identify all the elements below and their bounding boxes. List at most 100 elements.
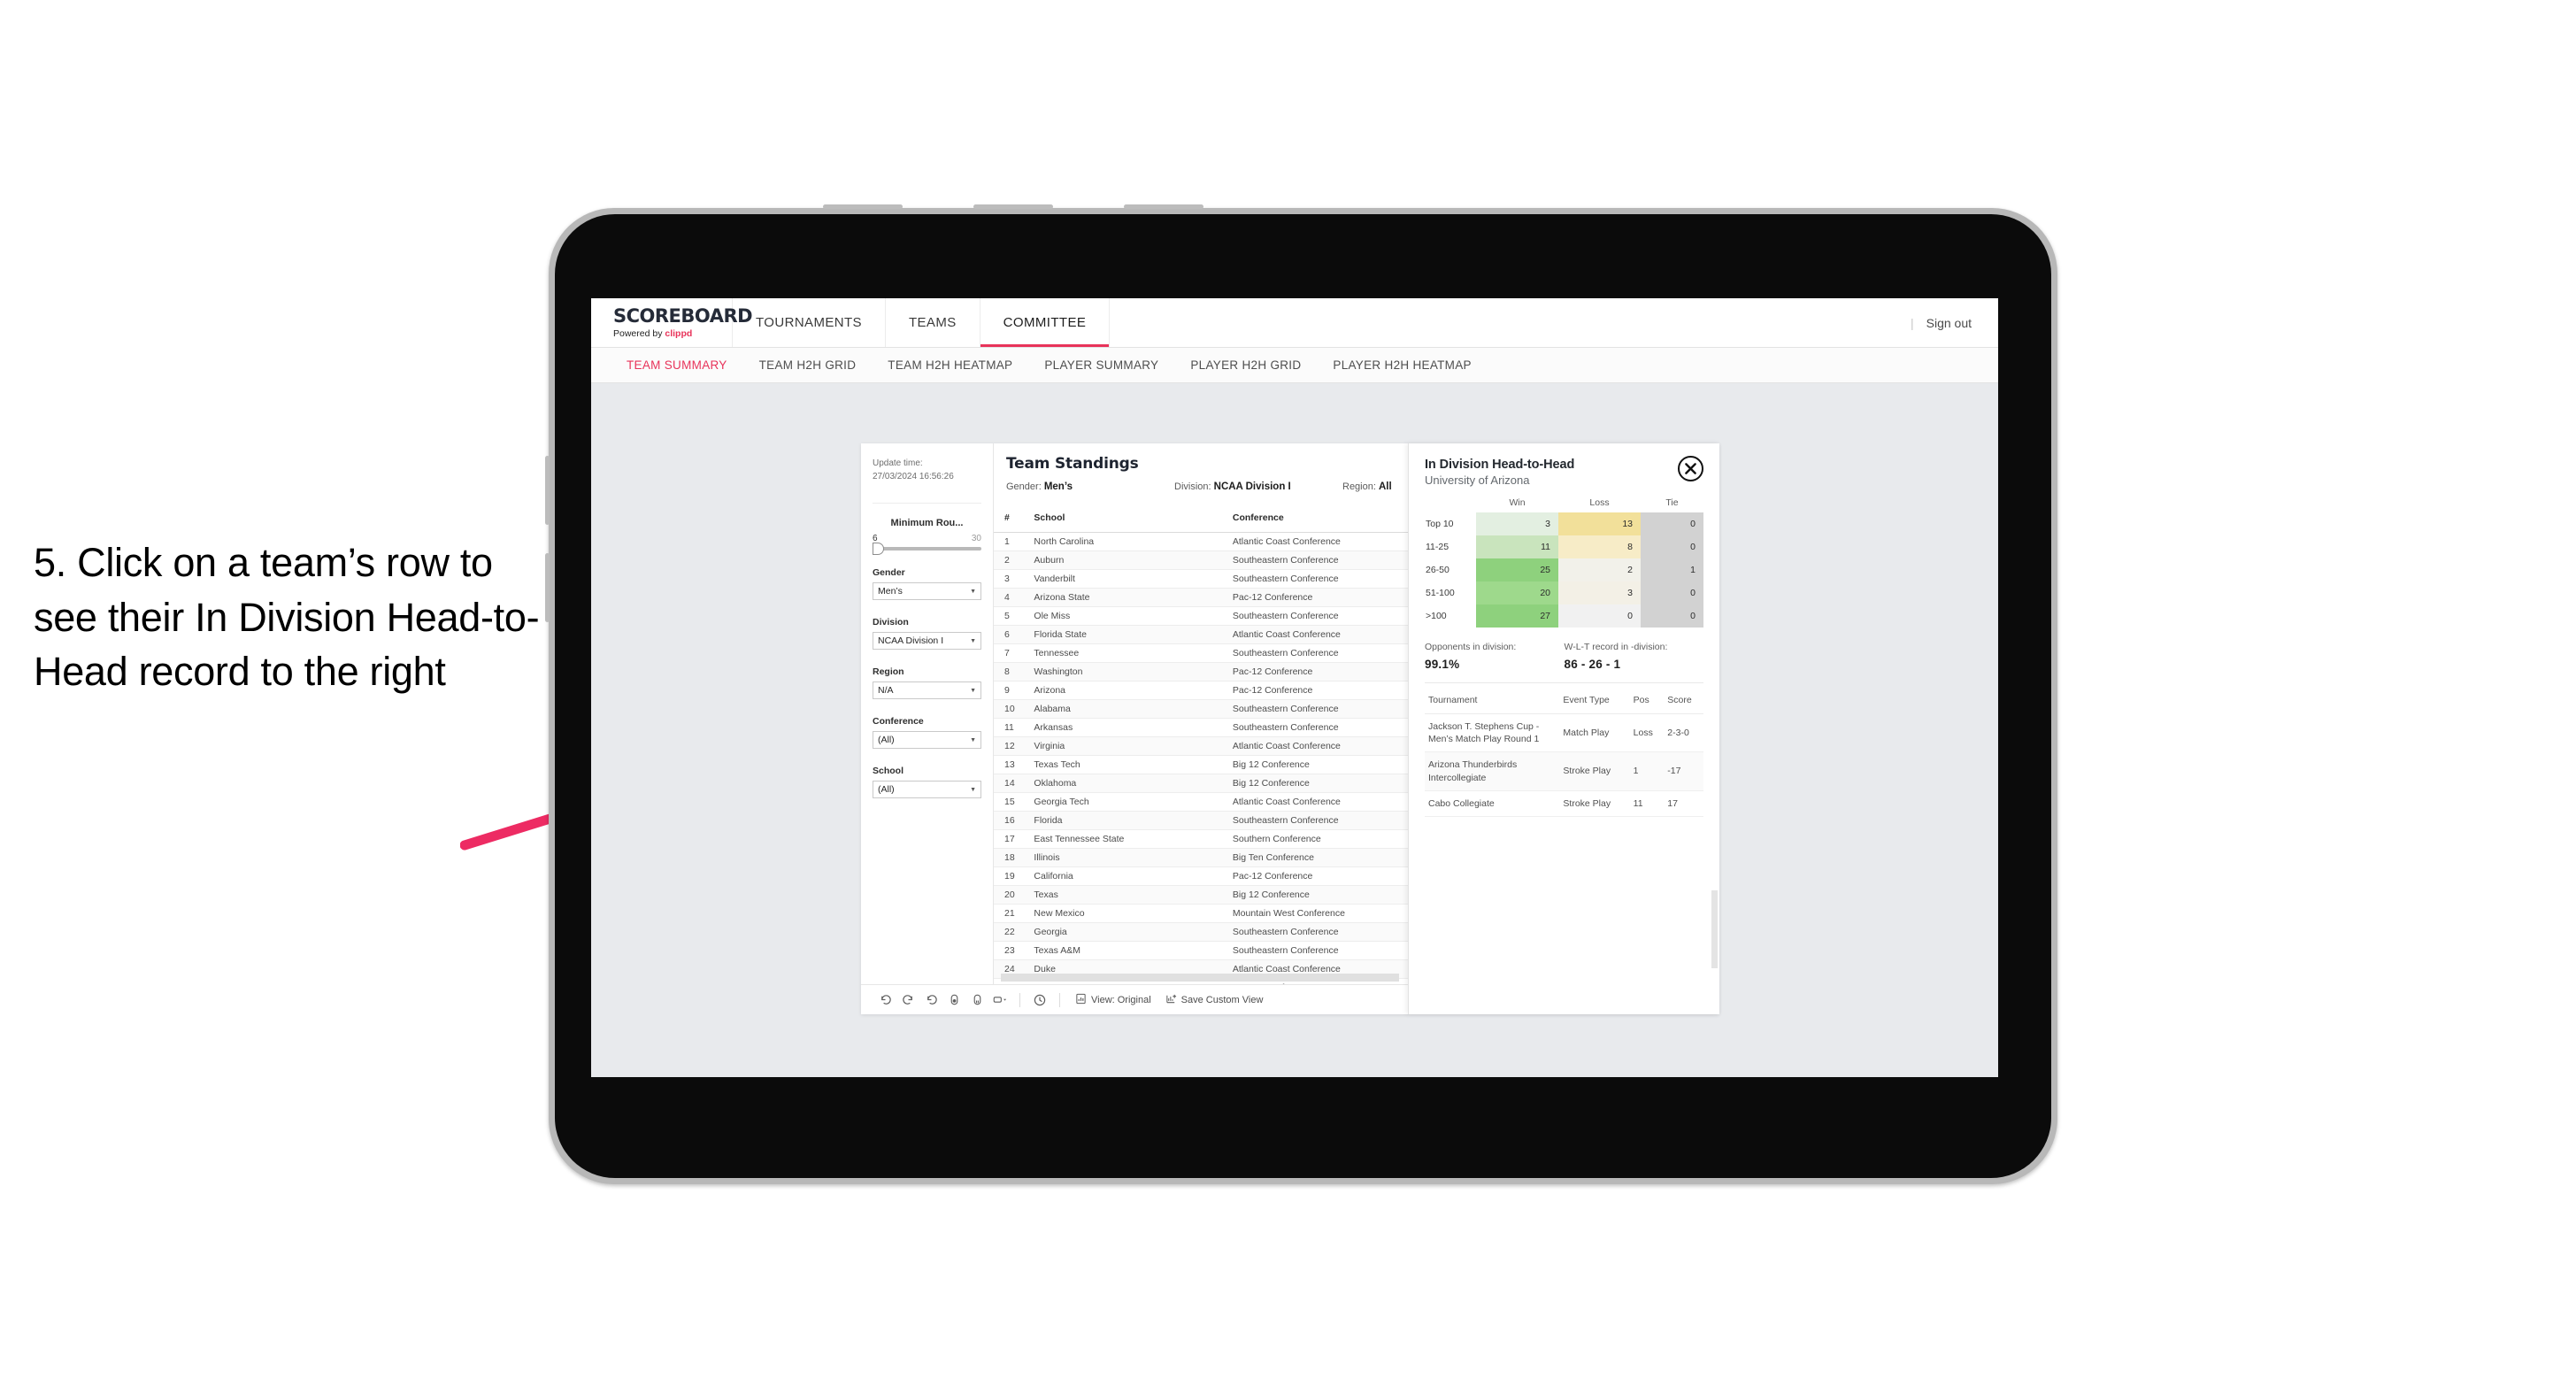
cell-school: Oklahoma xyxy=(1030,774,1229,793)
h2h-row-label: 11-25 xyxy=(1425,535,1476,558)
tab-team-h2h-grid[interactable]: TEAM H2H GRID xyxy=(743,358,873,372)
undo-icon[interactable] xyxy=(873,990,896,1010)
division-select[interactable]: NCAA Division I ▼ xyxy=(873,632,981,650)
col-pos: Pos xyxy=(1629,687,1665,714)
tournament-event-type: Stroke Play xyxy=(1559,790,1630,817)
tab-team-summary[interactable]: TEAM SUMMARY xyxy=(611,358,743,372)
visualization-body: Update time: 27/03/2024 16:56:26 Minimum… xyxy=(861,443,1719,1014)
close-icon[interactable] xyxy=(1678,456,1703,481)
h2h-cell-win: 11 xyxy=(1476,535,1558,558)
h2h-divider xyxy=(1425,682,1703,683)
save-custom-view-button[interactable]: Save Custom View xyxy=(1158,993,1271,1007)
cell-rank: 2 xyxy=(994,551,1031,570)
summary-gender: Gender: Men’s xyxy=(1006,481,1174,492)
tournament-name: Arizona Thunderbirds Intercollegiate xyxy=(1425,751,1560,791)
clock-icon[interactable] xyxy=(1028,990,1051,1010)
tournaments-scrollbar[interactable] xyxy=(1711,890,1718,968)
cell-school: Florida xyxy=(1030,811,1229,830)
h2h-grid-row: 51-100 20 3 0 xyxy=(1425,581,1703,604)
gender-select[interactable]: Men’s ▼ xyxy=(873,582,981,600)
summary-region-value: All xyxy=(1378,481,1392,492)
screenshot-root: 5. Click on a team’s row to see their In… xyxy=(0,0,2576,1386)
h2h-cell-tie: 0 xyxy=(1641,512,1703,535)
sign-out-link[interactable]: Sign out xyxy=(1926,316,1972,330)
school-select[interactable]: (All) ▼ xyxy=(873,781,981,798)
save-icon xyxy=(1165,993,1177,1007)
cell-rank: 1 xyxy=(994,532,1031,551)
power-button[interactable] xyxy=(823,204,903,209)
view-original-button[interactable]: View: Original xyxy=(1068,993,1158,1007)
workspace: Update time: 27/03/2024 16:56:26 Minimum… xyxy=(591,383,1998,1077)
h2h-cell-tie: 0 xyxy=(1641,581,1703,604)
tournament-pos: 11 xyxy=(1629,790,1665,817)
tab-player-h2h-heatmap[interactable]: PLAYER H2H HEATMAP xyxy=(1317,358,1487,372)
top-navigation-bar: SCOREBOARD Powered by clippd TOURNAMENTS… xyxy=(591,298,1998,348)
slider-handle[interactable] xyxy=(873,543,884,555)
conference-filter: Conference (All) ▼ xyxy=(873,716,981,749)
device-layout-icon[interactable] xyxy=(988,990,1011,1010)
region-label: Region xyxy=(873,666,904,677)
cell-rank: 9 xyxy=(994,681,1031,700)
tournament-row[interactable]: Arizona Thunderbirds Intercollegiate Stro… xyxy=(1425,751,1703,791)
col-score: Score xyxy=(1664,687,1703,714)
redo-icon[interactable] xyxy=(896,990,919,1010)
revert-icon[interactable] xyxy=(919,990,942,1010)
cell-school: Georgia xyxy=(1030,922,1229,942)
tournament-row[interactable]: Jackson T. Stephens Cup - Men’s Match Pl… xyxy=(1425,713,1703,753)
nav-item-committee[interactable]: COMMITTEE xyxy=(980,298,1111,347)
h2h-col-win: Win xyxy=(1509,497,1526,508)
view-original-label: View: Original xyxy=(1091,994,1151,1005)
col-school[interactable]: School xyxy=(1030,500,1229,533)
minimum-rounds-label: Minimum Rou... xyxy=(890,518,964,528)
pause-updates-icon[interactable] xyxy=(965,990,988,1010)
cell-school: Texas Tech xyxy=(1030,755,1229,774)
sub-tab-bar: TEAM SUMMARY TEAM H2H GRID TEAM H2H HEAT… xyxy=(591,348,1998,383)
brand-logo[interactable]: SCOREBOARD Powered by clippd xyxy=(591,298,753,347)
tab-player-h2h-grid[interactable]: PLAYER H2H GRID xyxy=(1174,358,1317,372)
division-value: NCAA Division I xyxy=(878,635,944,646)
cell-school: California xyxy=(1030,866,1229,886)
tournaments-tbody: Jackson T. Stephens Cup - Men’s Match Pl… xyxy=(1425,713,1703,817)
cell-rank: 19 xyxy=(994,866,1031,886)
tournaments-header-row: Tournament Event Type Pos Score xyxy=(1425,687,1703,714)
tournament-pos: 1 xyxy=(1629,751,1665,791)
h2h-cell-win: 27 xyxy=(1476,604,1558,628)
summary-gender-label: Gender: xyxy=(1006,481,1042,492)
nav-item-teams[interactable]: TEAMS xyxy=(886,298,980,347)
wlt-value: 86 - 26 - 1 xyxy=(1564,658,1621,671)
conference-select[interactable]: (All) ▼ xyxy=(873,731,981,749)
nav-item-tournaments[interactable]: TOURNAMENTS xyxy=(733,298,886,347)
h2h-cell-loss: 2 xyxy=(1558,558,1641,581)
h2h-title: In Division Head-to-Head xyxy=(1425,458,1575,472)
slider-values: 6 30 xyxy=(873,534,981,543)
cell-school: Ole Miss xyxy=(1030,606,1229,626)
h2h-row-label: >100 xyxy=(1425,604,1476,628)
cell-rank: 11 xyxy=(994,718,1031,737)
tournament-score: 2-3-0 xyxy=(1664,713,1703,753)
refresh-data-icon[interactable] xyxy=(942,990,965,1010)
h2h-grid-row: Top 10 3 13 0 xyxy=(1425,512,1703,535)
cell-school: Texas A&M xyxy=(1030,941,1229,960)
table-horizontal-scrollbar[interactable] xyxy=(1001,974,1399,982)
opponents-value: 99.1% xyxy=(1425,658,1460,671)
col-rank[interactable]: # xyxy=(994,500,1031,533)
cell-rank: 17 xyxy=(994,829,1031,849)
cell-rank: 8 xyxy=(994,662,1031,681)
division-label: Division xyxy=(873,617,909,628)
cell-rank: 3 xyxy=(994,569,1031,589)
antenna-band-2 xyxy=(1124,204,1203,209)
region-select[interactable]: N/A ▼ xyxy=(873,681,981,699)
update-time-label: Update time: xyxy=(873,458,923,468)
conference-value: (All) xyxy=(878,735,895,745)
division-filter: Division NCAA Division I ▼ xyxy=(873,617,981,650)
tournament-event-type: Match Play xyxy=(1559,713,1630,753)
tournament-row[interactable]: Cabo Collegiate Stroke Play 11 17 xyxy=(1425,790,1703,817)
volume-up-button[interactable] xyxy=(545,456,550,525)
tab-player-summary[interactable]: PLAYER SUMMARY xyxy=(1028,358,1174,372)
cell-school: Arkansas xyxy=(1030,718,1229,737)
slider-track[interactable] xyxy=(873,543,981,555)
h2h-row-label: 51-100 xyxy=(1425,581,1476,604)
volume-down-button[interactable] xyxy=(545,553,550,622)
tab-team-h2h-heatmap[interactable]: TEAM H2H HEATMAP xyxy=(872,358,1028,372)
gender-label: Gender xyxy=(873,567,905,578)
